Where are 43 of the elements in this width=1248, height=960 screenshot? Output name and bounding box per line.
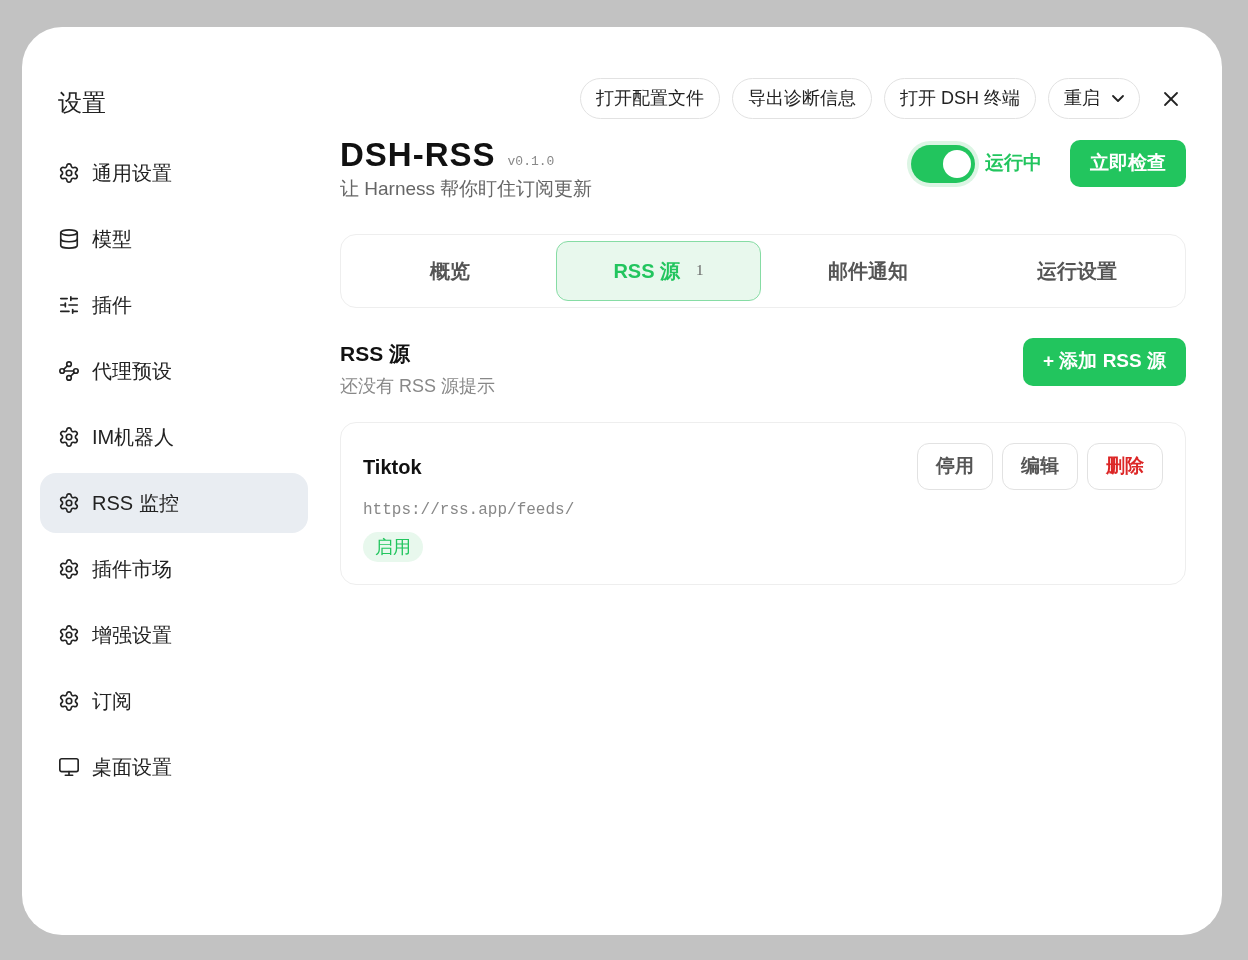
- feed-action-button[interactable]: 停用: [917, 443, 993, 490]
- nodes-icon: [58, 360, 80, 382]
- feed-action-button[interactable]: 删除: [1087, 443, 1163, 490]
- sidebar-title: 设置: [57, 88, 107, 118]
- tab[interactable]: 概览: [347, 240, 552, 301]
- gear-icon: [58, 624, 80, 646]
- tab[interactable]: 运行设置: [974, 240, 1179, 301]
- toolbar-button[interactable]: 导出诊断信息: [732, 78, 872, 119]
- plugin-title: DSH-RSS: [340, 137, 496, 173]
- sidebar-item[interactable]: 代理预设: [40, 341, 308, 401]
- sidebar-item[interactable]: 插件: [40, 275, 308, 335]
- status-label: 运行中: [985, 151, 1042, 176]
- gear-icon: [58, 426, 80, 448]
- sidebar-item[interactable]: 通用设置: [40, 143, 308, 203]
- gear-icon: [58, 162, 80, 184]
- toolbar-button[interactable]: 打开配置文件: [580, 78, 720, 119]
- gear-icon: [58, 492, 80, 514]
- monitor-icon: [58, 756, 80, 778]
- section-hint: 还没有 RSS 源提示: [340, 375, 495, 398]
- database-icon: [58, 228, 80, 250]
- sidebar-item[interactable]: IM机器人: [40, 407, 308, 467]
- tab[interactable]: 邮件通知: [765, 240, 970, 301]
- sidebar-item[interactable]: 插件市场: [40, 539, 308, 599]
- tab[interactable]: RSS 源 1: [556, 240, 761, 301]
- plugin-subtitle: 让 Harness 帮你盯住订阅更新: [340, 177, 593, 201]
- sidebar-item[interactable]: 增强设置: [40, 605, 308, 665]
- version-label: v0.1.0: [507, 152, 555, 171]
- feed-action-button[interactable]: 编辑: [1002, 443, 1078, 490]
- toolbar-button[interactable]: 打开 DSH 终端: [884, 78, 1036, 119]
- sidebar-item[interactable]: RSS 监控: [40, 473, 308, 533]
- feed-url: https://rss.app/feeds/: [363, 500, 576, 521]
- section-title: RSS 源: [340, 340, 411, 367]
- gear-icon: [58, 690, 80, 712]
- feed-name: Tiktok: [363, 454, 422, 480]
- sidebar-item[interactable]: 桌面设置: [40, 737, 308, 797]
- sidebar-item[interactable]: 模型: [40, 209, 308, 269]
- gear-icon: [58, 558, 80, 580]
- count-label: 1: [696, 261, 704, 281]
- sidebar-item[interactable]: 订阅: [40, 671, 308, 731]
- restart-dropdown[interactable]: 重启: [1048, 78, 1140, 119]
- status-badge: 启用: [363, 532, 423, 562]
- caret-icon: [1112, 95, 1124, 102]
- sliders-icon: [58, 294, 80, 316]
